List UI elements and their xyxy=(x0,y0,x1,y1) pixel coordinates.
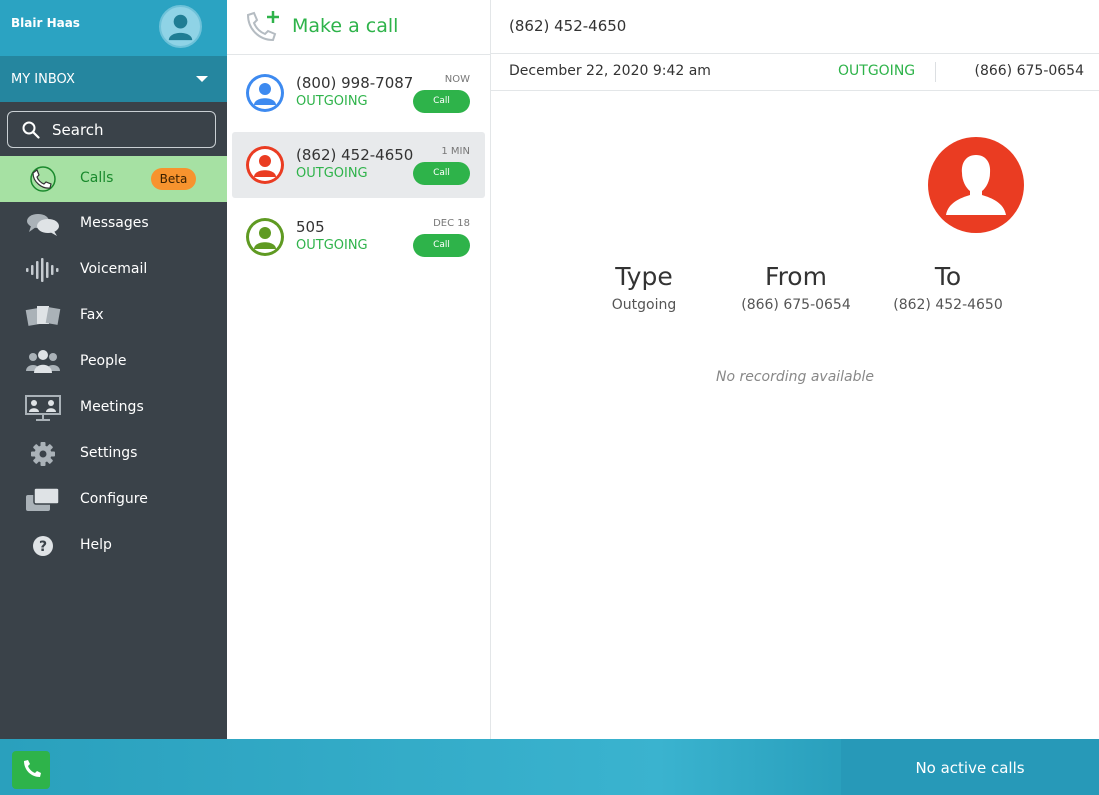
chat-bubbles-icon xyxy=(27,214,59,236)
detail-col-value: (866) 675-0654 xyxy=(741,297,851,313)
beta-badge: Beta xyxy=(151,168,196,190)
bottom-call-bar: No active calls xyxy=(0,739,1099,795)
sidebar-item-label: Fax xyxy=(80,307,104,323)
phone-icon xyxy=(24,760,41,777)
detail-col-head: To xyxy=(934,262,962,291)
sidebar-item-label: People xyxy=(80,353,127,369)
sidebar-item-people[interactable]: People xyxy=(0,339,227,385)
meetings-icon xyxy=(25,395,61,421)
configure-icon xyxy=(26,487,60,511)
call-number: 505 xyxy=(296,218,325,236)
call-list-item[interactable]: (800) 998-7087 OUTGOING NOW Call xyxy=(232,60,485,126)
contact-avatar xyxy=(246,74,284,112)
sidebar-item-help[interactable]: ? Help xyxy=(0,523,227,569)
make-call-label: Make a call xyxy=(292,15,399,37)
sidebar-item-messages[interactable]: Messages xyxy=(0,201,227,247)
call-status: OUTGOING xyxy=(296,166,368,181)
search-placeholder: Search xyxy=(52,121,104,139)
call-button[interactable]: Call xyxy=(413,162,470,185)
fax-icon xyxy=(25,306,61,326)
contact-avatar xyxy=(246,218,284,256)
call-status: OUTGOING xyxy=(296,94,368,109)
sidebar: Blair Haas MY INBOX Search Calls Beta Me… xyxy=(0,0,227,739)
detail-col-head: Type xyxy=(615,262,673,291)
sidebar-item-fax[interactable]: Fax xyxy=(0,293,227,339)
call-list-panel: Make a call (800) 998-7087 OUTGOING NOW … xyxy=(227,0,491,739)
divider xyxy=(935,62,936,82)
person-icon xyxy=(249,149,281,181)
detail-to: To (862) 452-4650 xyxy=(868,262,1028,313)
contact-avatar xyxy=(246,146,284,184)
inbox-label: MY INBOX xyxy=(11,72,75,87)
no-recording-text: No recording available xyxy=(715,369,875,385)
sidebar-item-configure[interactable]: Configure xyxy=(0,477,227,523)
call-detail-panel: (862) 452-4650 December 22, 2020 9:42 am… xyxy=(491,0,1099,739)
inbox-selector[interactable]: MY INBOX xyxy=(0,56,227,102)
detail-number: (862) 452-4650 xyxy=(509,17,627,35)
call-number: (800) 998-7087 xyxy=(296,74,414,92)
phone-ring-icon xyxy=(30,166,56,192)
sidebar-item-label: Settings xyxy=(80,445,138,461)
detail-col-head: From xyxy=(765,262,827,291)
dialer-button[interactable] xyxy=(12,751,50,789)
active-calls-status: No active calls xyxy=(915,759,1025,777)
call-status-area: No active calls xyxy=(841,739,1099,795)
help-icon: ? xyxy=(33,536,53,556)
detail-header: (862) 452-4650 xyxy=(491,0,1099,54)
caller-number: (866) 675-0654 xyxy=(974,63,1085,79)
voicemail-wave-icon xyxy=(26,258,59,282)
detail-meta-row: December 22, 2020 9:42 am OUTGOING (866)… xyxy=(491,54,1099,91)
search-input[interactable]: Search xyxy=(7,111,216,148)
add-call-icon xyxy=(246,11,279,42)
user-avatar[interactable] xyxy=(159,5,202,48)
call-status: OUTGOING xyxy=(296,238,368,253)
contact-avatar-large xyxy=(928,137,1024,233)
call-time: DEC 18 xyxy=(433,218,470,229)
call-date: December 22, 2020 9:42 am xyxy=(509,63,711,79)
user-name: Blair Haas xyxy=(11,16,80,30)
call-direction: OUTGOING xyxy=(838,63,916,79)
sidebar-item-label: Messages xyxy=(80,215,149,231)
call-button[interactable]: Call xyxy=(413,234,470,257)
call-time: NOW xyxy=(444,74,470,85)
sidebar-item-calls[interactable]: Calls Beta xyxy=(0,156,227,202)
sidebar-item-voicemail[interactable]: Voicemail xyxy=(0,247,227,293)
person-icon xyxy=(249,221,281,253)
sidebar-item-meetings[interactable]: Meetings xyxy=(0,385,227,431)
sidebar-item-label: Configure xyxy=(80,491,148,507)
person-icon xyxy=(249,77,281,109)
people-icon xyxy=(26,350,60,373)
call-list-item[interactable]: (862) 452-4650 OUTGOING 1 MIN Call xyxy=(232,132,485,198)
call-button[interactable]: Call xyxy=(413,90,470,113)
sidebar-item-label: Meetings xyxy=(80,399,144,415)
call-list-item[interactable]: 505 OUTGOING DEC 18 Call xyxy=(232,204,485,270)
person-silhouette-icon xyxy=(946,155,1006,215)
sidebar-item-label: Help xyxy=(80,537,112,553)
detail-type: Type Outgoing xyxy=(564,262,724,313)
search-icon xyxy=(22,121,40,139)
sidebar-item-label: Calls xyxy=(80,170,114,186)
caret-down-icon xyxy=(196,76,208,82)
detail-col-value: (862) 452-4650 xyxy=(893,297,1003,313)
sidebar-item-label: Voicemail xyxy=(80,261,148,277)
gear-icon xyxy=(31,442,55,466)
make-call-button[interactable]: Make a call xyxy=(227,0,491,55)
svg-text:?: ? xyxy=(39,539,47,555)
call-time: 1 MIN xyxy=(441,146,470,157)
detail-from: From (866) 675-0654 xyxy=(716,262,876,313)
user-icon xyxy=(168,14,193,41)
sidebar-header: Blair Haas xyxy=(0,0,227,56)
sidebar-item-settings[interactable]: Settings xyxy=(0,431,227,477)
detail-col-value: Outgoing xyxy=(611,297,677,313)
call-number: (862) 452-4650 xyxy=(296,146,414,164)
